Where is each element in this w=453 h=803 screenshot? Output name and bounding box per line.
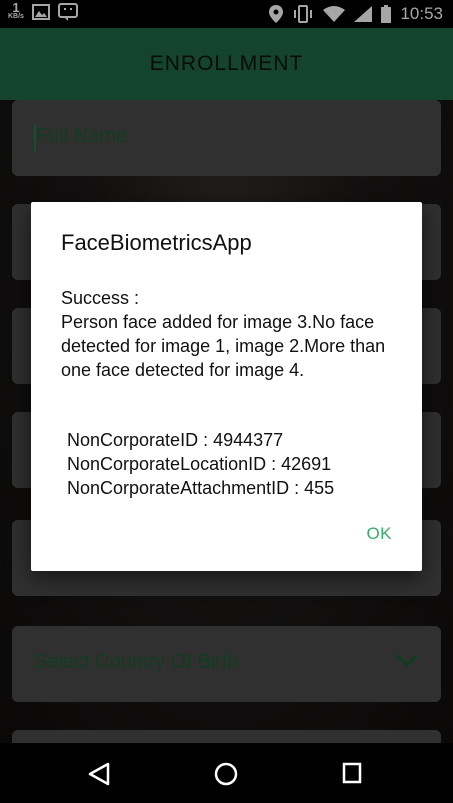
home-icon[interactable] — [214, 762, 238, 786]
back-icon[interactable] — [88, 762, 110, 786]
non-corporate-attachment-id: NonCorporateAttachmentID : 455 — [67, 478, 335, 498]
navigation-bar — [0, 743, 453, 803]
ok-button[interactable]: OK — [366, 524, 392, 544]
dialog-message-text: Person face added for image 3.No face de… — [61, 312, 386, 380]
alert-dialog: FaceBiometricsApp Success : Person face … — [31, 202, 422, 571]
dialog-title: FaceBiometricsApp — [61, 230, 252, 255]
non-corporate-location-id: NonCorporateLocationID : 42691 — [67, 454, 332, 474]
recents-icon[interactable] — [342, 762, 362, 784]
dialog-ids: NonCorporateID : 4944377 NonCorporateLoc… — [67, 428, 334, 500]
dialog-status: Success : — [61, 288, 140, 308]
non-corporate-id: NonCorporateID : 4944377 — [67, 430, 284, 450]
dialog-message: Success : Person face added for image 3.… — [61, 286, 391, 382]
